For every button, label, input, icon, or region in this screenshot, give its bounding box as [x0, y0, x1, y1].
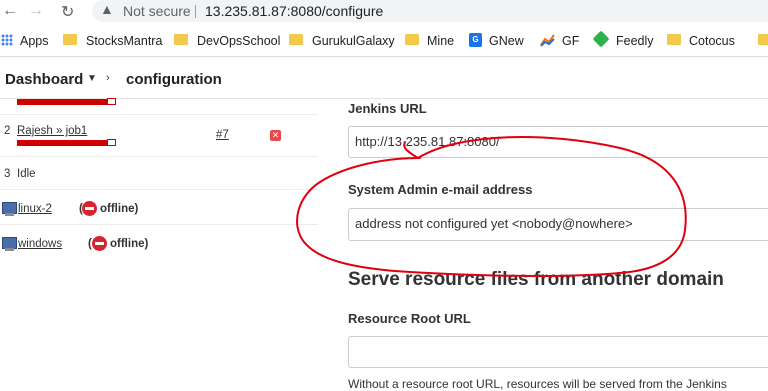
bookmark-devopsschool[interactable]: DevOpsSchool [197, 34, 280, 48]
node-offline-label: offline) [100, 203, 139, 215]
jenkins-url-label: Jenkins URL [348, 101, 427, 116]
bookmark-stocksmantra[interactable]: StocksMantra [86, 34, 162, 48]
folder-icon [63, 34, 77, 45]
bookmark-mine[interactable]: Mine [427, 34, 454, 48]
caret-down-icon[interactable]: ▼ [87, 73, 97, 84]
jenkins-url-input[interactable]: http://13.235.81.87:8080/ [348, 126, 768, 158]
folder-icon [667, 34, 681, 45]
breadcrumb-bar [0, 60, 768, 99]
section-title: Serve resource files from another domain [348, 269, 724, 290]
row-divider [0, 156, 318, 157]
resource-root-url-label: Resource Root URL [348, 311, 471, 326]
address-bar[interactable] [92, 0, 768, 22]
bookmark-gf[interactable]: GF [562, 34, 579, 48]
offline-icon [92, 236, 107, 251]
executor-status: Idle [17, 168, 36, 180]
computer-base [5, 248, 14, 251]
resource-root-url-input[interactable] [348, 336, 768, 368]
bookmark-feedly[interactable]: Feedly [616, 34, 654, 48]
resource-root-help-text: Without a resource root URL, resources w… [348, 377, 727, 391]
admin-email-input[interactable]: address not configured yet <nobody@nowhe… [348, 208, 768, 241]
stop-build-icon[interactable]: ✕ [270, 130, 281, 141]
executor-number: 3 [4, 168, 11, 180]
chevron-right-icon: › [106, 72, 110, 84]
offline-icon [82, 201, 97, 216]
warning-triangle-icon[interactable]: ▲ [100, 1, 114, 17]
row-divider [0, 189, 318, 190]
build-progress-marker [107, 98, 116, 105]
folder-icon [289, 34, 303, 45]
bookmark-gnew[interactable]: GNew [489, 34, 524, 48]
build-progress-bar [17, 99, 108, 105]
chart-icon [540, 34, 555, 47]
bookmark-cotocus[interactable]: Cotocus [689, 34, 735, 48]
security-status[interactable]: Not secure [123, 3, 191, 19]
breadcrumb-dashboard[interactable]: Dashboard [5, 71, 83, 88]
node-offline-label: offline) [110, 238, 149, 250]
address-separator [195, 5, 196, 18]
forward-arrow-icon[interactable]: → [28, 2, 44, 20]
row-divider [0, 114, 318, 115]
apps-grid-icon[interactable] [1, 34, 13, 46]
google-sheets-icon: G [469, 33, 482, 47]
node-link-windows[interactable]: windows [18, 238, 62, 250]
executor-job-link[interactable]: Rajesh » job1 [17, 125, 87, 137]
back-arrow-icon[interactable]: ← [2, 2, 18, 20]
executor-number: 2 [4, 125, 11, 137]
folder-icon [758, 34, 768, 45]
admin-email-label: System Admin e-mail address [348, 182, 533, 197]
build-progress-marker [107, 139, 116, 146]
node-link-linux-2[interactable]: linux-2 [18, 203, 52, 215]
bookmark-apps[interactable]: Apps [20, 34, 49, 48]
build-progress-bar [17, 140, 108, 146]
bookmark-gurukulgalaxy[interactable]: GurukulGalaxy [312, 34, 395, 48]
folder-icon [405, 34, 419, 45]
reload-icon[interactable]: ↻ [61, 2, 74, 22]
url-text[interactable]: 13.235.81.87:8080/configure [205, 3, 383, 19]
folder-icon [174, 34, 188, 45]
row-divider [0, 224, 318, 225]
breadcrumb-configuration[interactable]: configuration [126, 71, 222, 88]
build-number-link[interactable]: #7 [216, 129, 229, 141]
computer-base [5, 213, 14, 216]
